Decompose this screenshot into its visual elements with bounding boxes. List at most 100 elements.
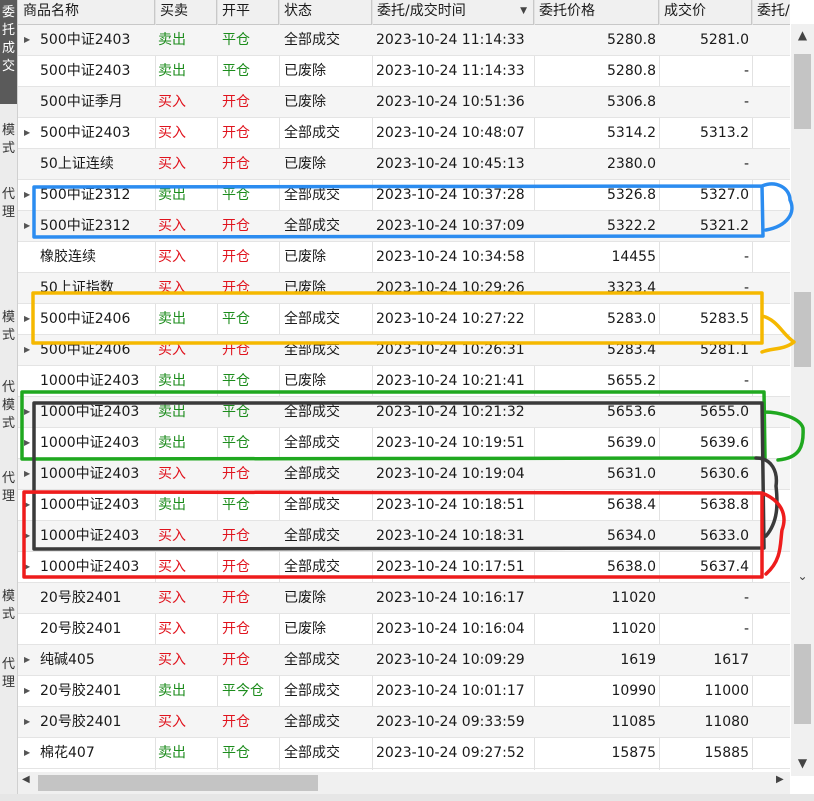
vertical-scrollbar[interactable]: ▲ ⌄ ▼ — [791, 24, 814, 776]
table-row[interactable]: ▶ 500中证2312 买入 开仓 全部成交 2023-10-24 10:37:09 532… — [18, 211, 790, 242]
cell-side: 买入 — [158, 218, 186, 234]
cell-price: 5314.2 — [607, 125, 656, 141]
cell-deal-price: - — [743, 621, 749, 637]
side-tab[interactable]: 模式 — [0, 305, 17, 353]
side-tab[interactable]: 委托成交 — [0, 0, 17, 104]
col-header-price[interactable]: 委托价格 — [534, 0, 659, 24]
cell-side: 买入 — [158, 652, 186, 668]
cell-deal-price: 5283.5 — [700, 311, 749, 327]
cell-side: 买入 — [158, 621, 186, 637]
scroll-thumb-horizontal[interactable] — [38, 775, 318, 791]
side-tab[interactable]: 代理 — [0, 652, 17, 700]
col-header-side[interactable]: 买卖 — [155, 0, 217, 24]
table-row[interactable]: ▶ 纯碱405 买入 开仓 全部成交 2023-10-24 10:09:29 1619 161… — [18, 645, 790, 676]
table-row[interactable]: ▶ 1000中证2403 买入 开仓 全部成交 2023-10-24 10:19:04 56… — [18, 459, 790, 490]
scroll-thumb[interactable] — [794, 54, 811, 129]
horizontal-scrollbar[interactable]: ◀ ▶ — [18, 772, 790, 794]
table-row[interactable]: ▶ 20号胶2401 买入 开仓 全部成交 2023-10-24 09:33:59 1108… — [18, 707, 790, 738]
grid-header: 商品名称 买卖 开平 状态 委托/成交时间 ▼ 委托价格 成交价 委托/成 — [18, 0, 790, 25]
cell-openclose: 开仓 — [222, 218, 250, 234]
cell-status: 全部成交 — [284, 218, 340, 234]
expand-icon[interactable]: ▶ — [24, 738, 30, 768]
expand-icon[interactable]: ▶ — [24, 645, 30, 675]
expand-icon[interactable]: ▶ — [24, 397, 30, 427]
col-header-name[interactable]: 商品名称 — [18, 0, 155, 24]
col-header-extra[interactable]: 委托/成 — [752, 0, 790, 24]
expand-icon[interactable]: ▶ — [24, 676, 30, 706]
side-tab[interactable]: 代理 — [0, 182, 17, 244]
expand-icon[interactable]: ▶ — [24, 459, 30, 489]
expand-icon[interactable]: ▶ — [24, 552, 30, 582]
col-header-time[interactable]: 委托/成交时间 ▼ — [372, 0, 534, 24]
side-tab[interactable]: 模式 — [0, 584, 17, 632]
expand-icon[interactable]: ▶ — [24, 335, 30, 365]
cell-openclose: 开仓 — [222, 559, 250, 575]
table-row[interactable]: 500中证季月 买入 开仓 已废除 2023-10-24 10:51:36 5306.8 - — [18, 87, 790, 118]
table-row[interactable]: ▶ 1000中证2403 卖出 平仓 全部成交 2023-10-24 10:18:51 56… — [18, 490, 790, 521]
table-row[interactable]: 50上证连续 买入 开仓 已废除 2023-10-24 10:45:13 2380.0 - — [18, 149, 790, 180]
side-tab[interactable]: 代理 — [0, 466, 17, 510]
table-row[interactable]: 50上证指数 买入 开仓 已废除 2023-10-24 10:29:26 3323.4 - — [18, 273, 790, 304]
table-row[interactable]: ▶ 500中证2406 卖出 平仓 全部成交 2023-10-24 10:27:22 528… — [18, 304, 790, 335]
scroll-down-icon[interactable]: ⌄ — [791, 567, 814, 585]
cell-status: 全部成交 — [284, 32, 340, 48]
expand-icon[interactable]: ▶ — [24, 25, 30, 55]
side-tab[interactable]: 代模式 — [0, 375, 17, 437]
cell-deal-price: 15885 — [704, 745, 749, 761]
expand-icon[interactable]: ▶ — [24, 490, 30, 520]
scroll-left-icon[interactable]: ◀ — [22, 774, 30, 785]
scroll-right-icon[interactable]: ▶ — [776, 774, 784, 785]
cell-time: 2023-10-24 10:16:04 — [376, 621, 525, 637]
cell-status: 已废除 — [284, 590, 326, 606]
table-row[interactable]: ▶ 棉花407 卖出 平仓 全部成交 2023-10-24 09:27:52 15875 15… — [18, 738, 790, 769]
table-row[interactable]: ▶ 1000中证2403 卖出 平仓 全部成交 2023-10-24 10:19:51 56… — [18, 428, 790, 459]
cell-name: 1000中证2403 — [40, 466, 140, 482]
expand-icon[interactable]: ▶ — [24, 304, 30, 334]
table-row[interactable]: ▶ 500中证2403 卖出 平仓 全部成交 2023-10-24 11:14:33 528… — [18, 25, 790, 56]
scroll-up-icon[interactable]: ▲ — [791, 26, 814, 44]
col-header-status[interactable]: 状态 — [279, 0, 372, 24]
expand-icon[interactable]: ▶ — [24, 428, 30, 458]
cell-side: 买入 — [158, 249, 186, 265]
table-row[interactable]: 橡胶连续 买入 开仓 已废除 2023-10-24 10:34:58 14455 - — [18, 242, 790, 273]
table-row[interactable]: 500中证2403 卖出 平仓 已废除 2023-10-24 11:14:33 5280.… — [18, 56, 790, 87]
cell-openclose: 开仓 — [222, 714, 250, 730]
cell-status: 全部成交 — [284, 652, 340, 668]
table-row[interactable]: ▶ 500中证2312 卖出 平仓 全部成交 2023-10-24 10:37:28 532… — [18, 180, 790, 211]
cell-name: 500中证2312 — [40, 218, 131, 234]
expand-icon[interactable]: ▶ — [24, 180, 30, 210]
cell-deal-price: 5633.0 — [700, 528, 749, 544]
cell-deal-price: - — [743, 63, 749, 79]
expand-icon[interactable]: ▶ — [24, 521, 30, 551]
cell-deal-price: 11080 — [704, 714, 749, 730]
table-row[interactable]: 20号胶2401 买入 开仓 已废除 2023-10-24 10:16:17 11020 - — [18, 583, 790, 614]
table-row[interactable]: 20号胶2401 买入 开仓 已废除 2023-10-24 10:16:04 11020 - — [18, 614, 790, 645]
cell-time: 2023-10-24 10:51:36 — [376, 94, 525, 110]
scroll-thumb[interactable] — [794, 644, 811, 724]
cell-name: 500中证2312 — [40, 187, 131, 203]
col-header-openclose[interactable]: 开平 — [217, 0, 279, 24]
cell-time: 2023-10-24 10:37:28 — [376, 187, 525, 203]
cell-time: 2023-10-24 10:19:04 — [376, 466, 525, 482]
cell-openclose: 平仓 — [222, 32, 250, 48]
table-row[interactable]: ▶ 500中证2403 买入 开仓 全部成交 2023-10-24 10:48:07 531… — [18, 118, 790, 149]
sort-desc-icon[interactable]: ▼ — [520, 0, 527, 22]
cell-name: 20号胶2401 — [40, 714, 122, 730]
cell-deal-price: 5637.4 — [700, 559, 749, 575]
cell-price: 14455 — [611, 249, 656, 265]
side-tab[interactable]: 模式 — [0, 118, 17, 162]
expand-icon[interactable]: ▶ — [24, 118, 30, 148]
scroll-thumb[interactable] — [794, 292, 811, 367]
expand-icon[interactable]: ▶ — [24, 211, 30, 241]
scroll-down-icon[interactable]: ▼ — [791, 754, 814, 772]
table-row[interactable]: ▶ 1000中证2403 卖出 平仓 全部成交 2023-10-24 10:21:32 56… — [18, 397, 790, 428]
expand-icon[interactable]: ▶ — [24, 707, 30, 737]
cell-status: 全部成交 — [284, 745, 340, 761]
table-row[interactable]: 1000中证2403 卖出 平仓 已废除 2023-10-24 10:21:41 5655… — [18, 366, 790, 397]
table-row[interactable]: ▶ 500中证2406 买入 开仓 全部成交 2023-10-24 10:26:31 528… — [18, 335, 790, 366]
table-row[interactable]: ▶ 20号胶2401 卖出 平今仓 全部成交 2023-10-24 10:01:17 109… — [18, 676, 790, 707]
col-header-deal[interactable]: 成交价 — [659, 0, 752, 24]
table-row[interactable]: ▶ 1000中证2403 买入 开仓 全部成交 2023-10-24 10:17:51 56… — [18, 552, 790, 583]
table-row[interactable]: ▶ 1000中证2403 买入 开仓 全部成交 2023-10-24 10:18:31 56… — [18, 521, 790, 552]
cell-time: 2023-10-24 10:34:58 — [376, 249, 525, 265]
